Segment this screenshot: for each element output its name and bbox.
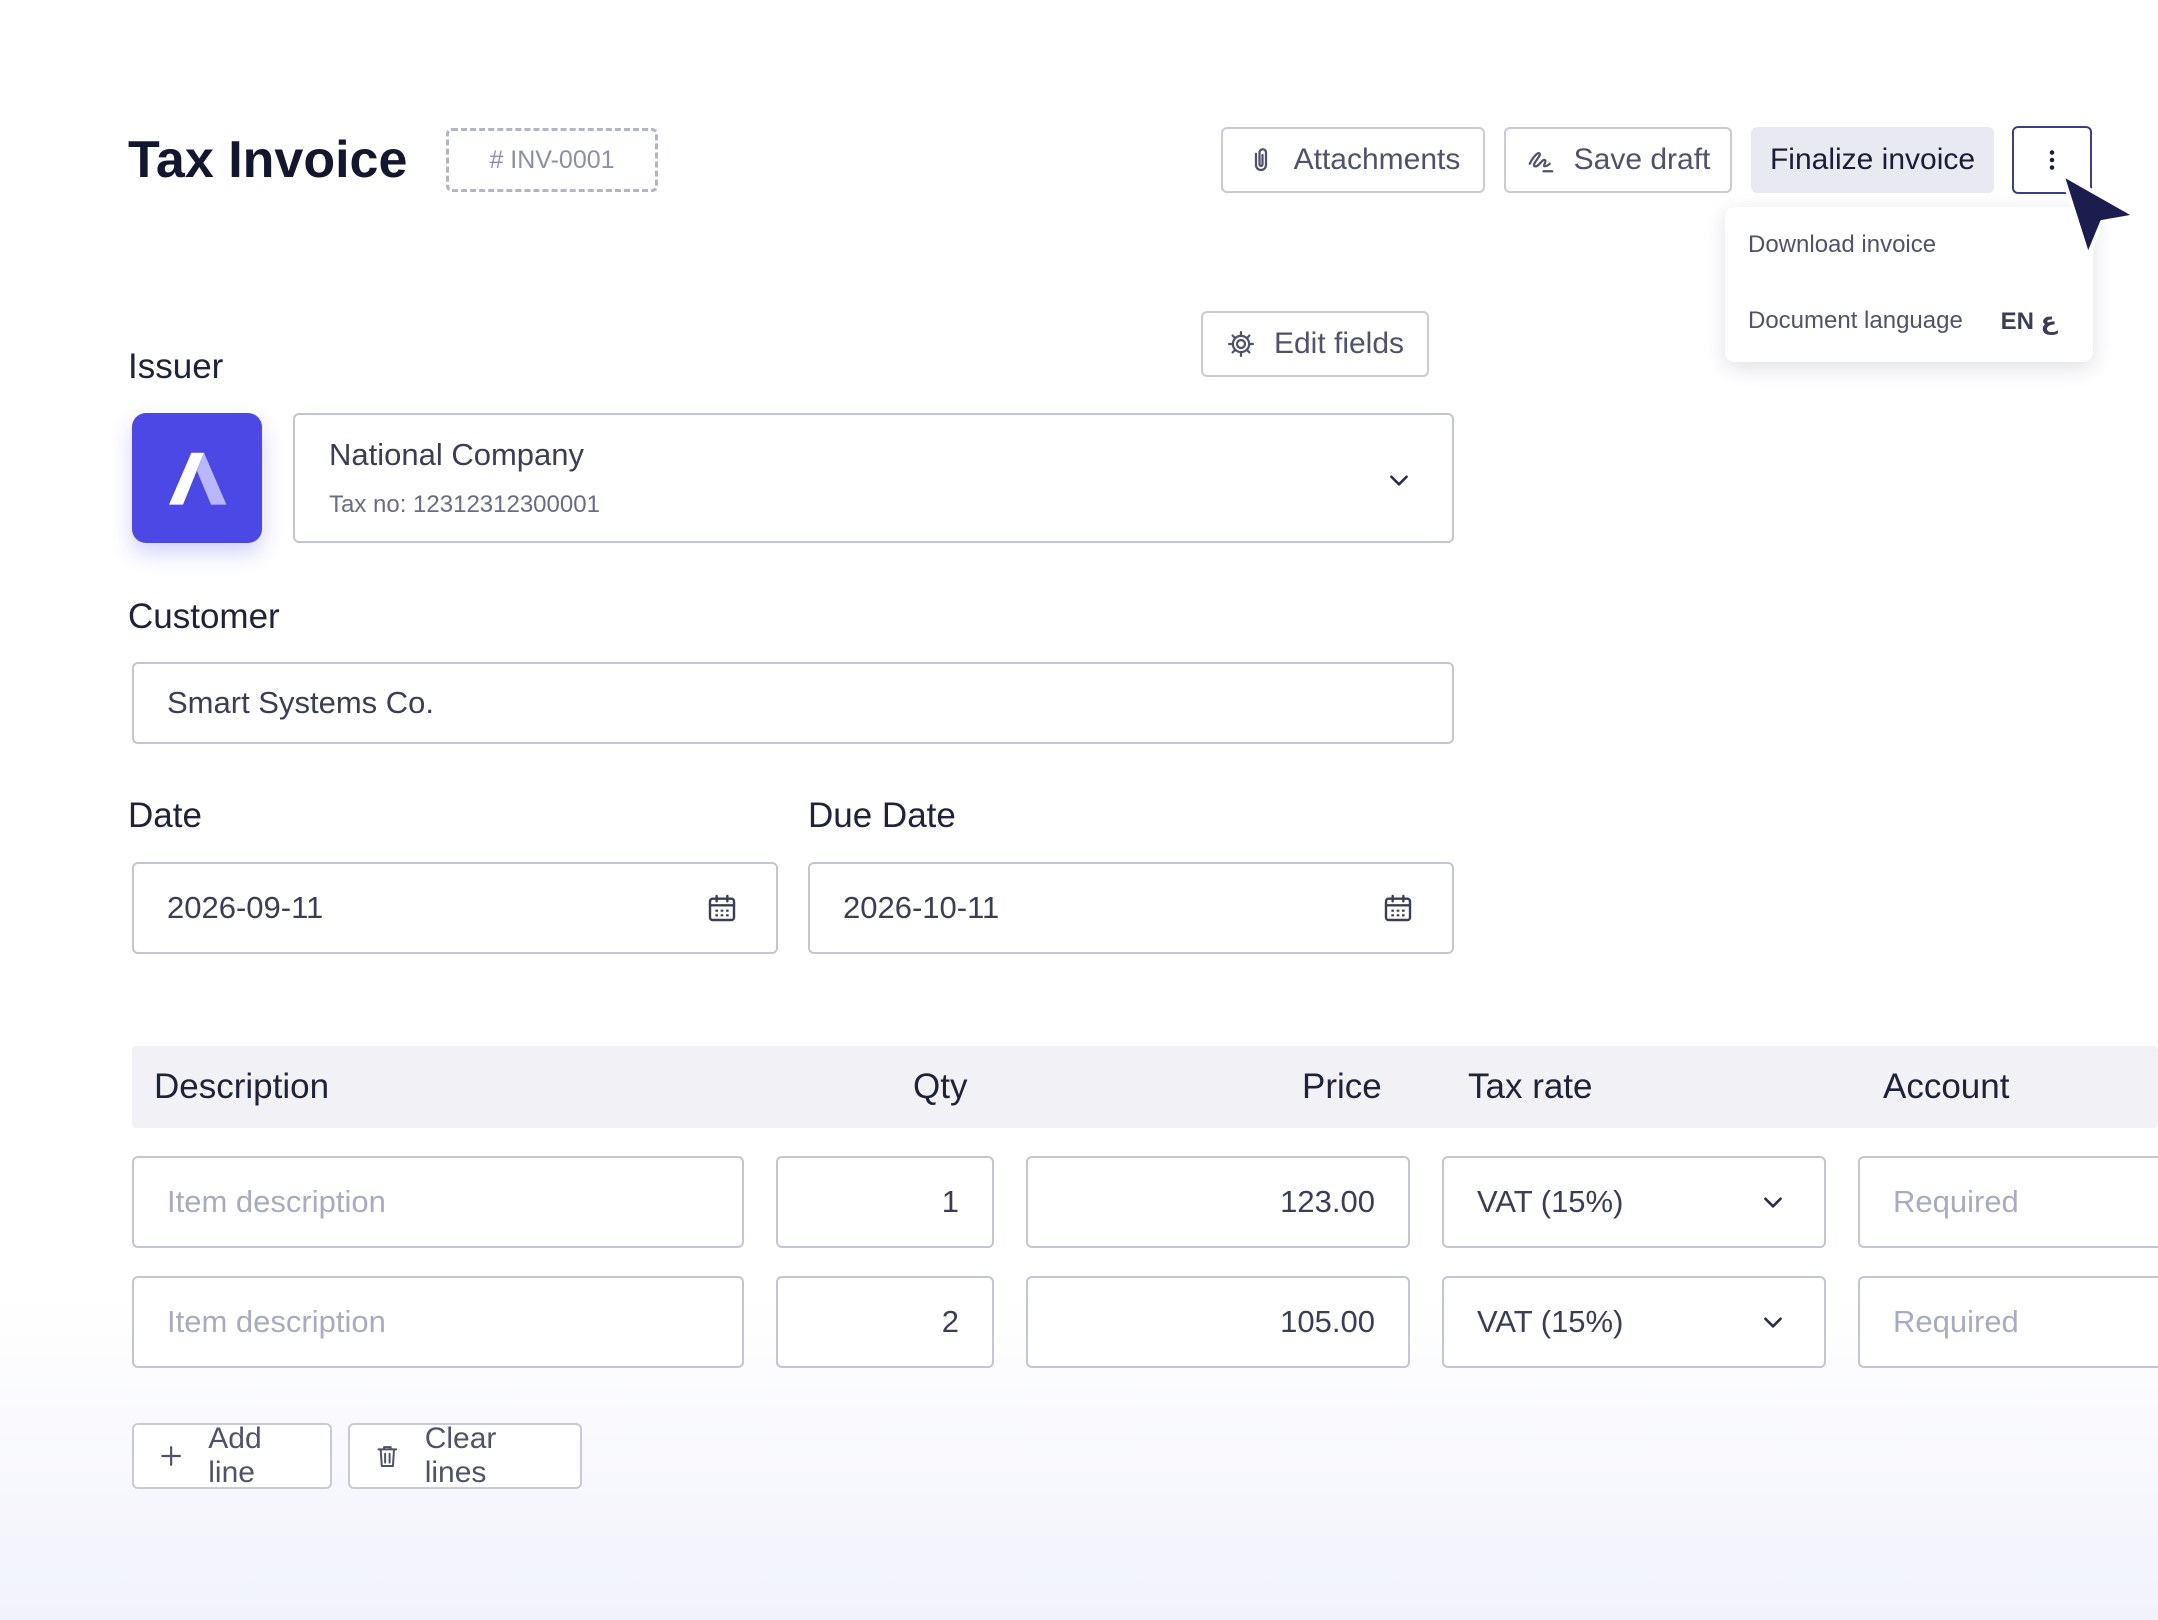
- issuer-tax-number: Tax no: 12312312300001: [329, 491, 600, 518]
- language-toggle[interactable]: EN ع: [2001, 307, 2057, 336]
- due-date-value: 2026-10-11: [843, 890, 1000, 925]
- save-draft-button[interactable]: Save draft: [1504, 127, 1732, 193]
- paperclip-icon: [1254, 148, 1267, 172]
- qty-input[interactable]: 2: [776, 1276, 994, 1368]
- tax-rate-select[interactable]: VAT (15%): [1442, 1276, 1826, 1368]
- page-title: Tax Invoice: [128, 131, 408, 189]
- calendar-icon[interactable]: [1382, 892, 1414, 924]
- add-line-button[interactable]: Add line: [132, 1422, 332, 1489]
- due-date-label: Due Date: [808, 796, 956, 835]
- edit-fields-button[interactable]: Edit fields: [1201, 311, 1429, 377]
- trash-icon: [377, 1446, 398, 1468]
- add-line-label: Add line: [208, 1422, 262, 1489]
- column-qty: Qty: [913, 1067, 968, 1106]
- invoice-number-badge[interactable]: # INV-0001: [446, 128, 658, 192]
- finalize-invoice-button[interactable]: Finalize invoice: [1751, 127, 1994, 193]
- tax-rate-value: VAT (15%): [1477, 1304, 1624, 1339]
- column-price: Price: [1302, 1067, 1382, 1106]
- due-date-input[interactable]: 2026-10-11: [808, 862, 1454, 954]
- chevron-down-icon: [1764, 1317, 1782, 1328]
- issuer-label: Issuer: [128, 347, 224, 386]
- account-input[interactable]: Required: [1858, 1276, 2158, 1368]
- finalize-invoice-label: Finalize invoice: [1769, 143, 1976, 176]
- customer-input[interactable]: Smart Systems Co.: [132, 662, 1454, 744]
- plus-icon: [161, 1446, 181, 1466]
- price-input[interactable]: 123.00: [1026, 1156, 1410, 1248]
- download-invoice-item[interactable]: Download invoice: [1748, 231, 1936, 259]
- save-draft-label: Save draft: [1573, 143, 1711, 176]
- calendar-icon[interactable]: [706, 892, 738, 924]
- item-description-input[interactable]: Item description: [132, 1276, 744, 1368]
- chevron-down-icon: [1764, 1197, 1782, 1208]
- chevron-down-icon: [1390, 475, 1408, 486]
- column-tax-rate: Tax rate: [1468, 1067, 1593, 1106]
- issuer-company-name: National Company: [329, 437, 585, 472]
- tax-rate-select[interactable]: VAT (15%): [1442, 1156, 1826, 1248]
- customer-label: Customer: [128, 597, 280, 636]
- account-input[interactable]: Required: [1858, 1156, 2158, 1248]
- issuer-select[interactable]: National Company Tax no: 12312312300001: [293, 413, 1454, 543]
- attachments-button[interactable]: Attachments: [1221, 127, 1485, 193]
- gear-icon: [1227, 331, 1254, 357]
- clear-lines-button[interactable]: Clear lines: [348, 1422, 582, 1489]
- column-account: Account: [1883, 1067, 2010, 1106]
- more-options-menu: Download invoice Document language EN ع: [1725, 207, 2093, 362]
- column-description: Description: [154, 1067, 330, 1106]
- price-input[interactable]: 105.00: [1026, 1276, 1410, 1368]
- line-items-header: Description Qty Price Tax rate Account: [132, 1046, 2158, 1128]
- signature-icon: [1528, 152, 1553, 173]
- date-input[interactable]: 2026-09-11: [132, 862, 778, 954]
- document-language-item[interactable]: Document language: [1748, 307, 1963, 335]
- date-label: Date: [128, 796, 202, 835]
- date-value: 2026-09-11: [167, 890, 324, 925]
- qty-input[interactable]: 1: [776, 1156, 994, 1248]
- tax-rate-value: VAT (15%): [1477, 1184, 1624, 1219]
- edit-fields-label: Edit fields: [1273, 327, 1405, 360]
- item-description-input[interactable]: Item description: [132, 1156, 744, 1248]
- brand-logo-icon: [169, 452, 227, 505]
- company-logo: [132, 413, 262, 543]
- clear-lines-label: Clear lines: [424, 1422, 497, 1489]
- attachments-label: Attachments: [1293, 143, 1461, 176]
- mouse-cursor-icon: [2060, 172, 2138, 258]
